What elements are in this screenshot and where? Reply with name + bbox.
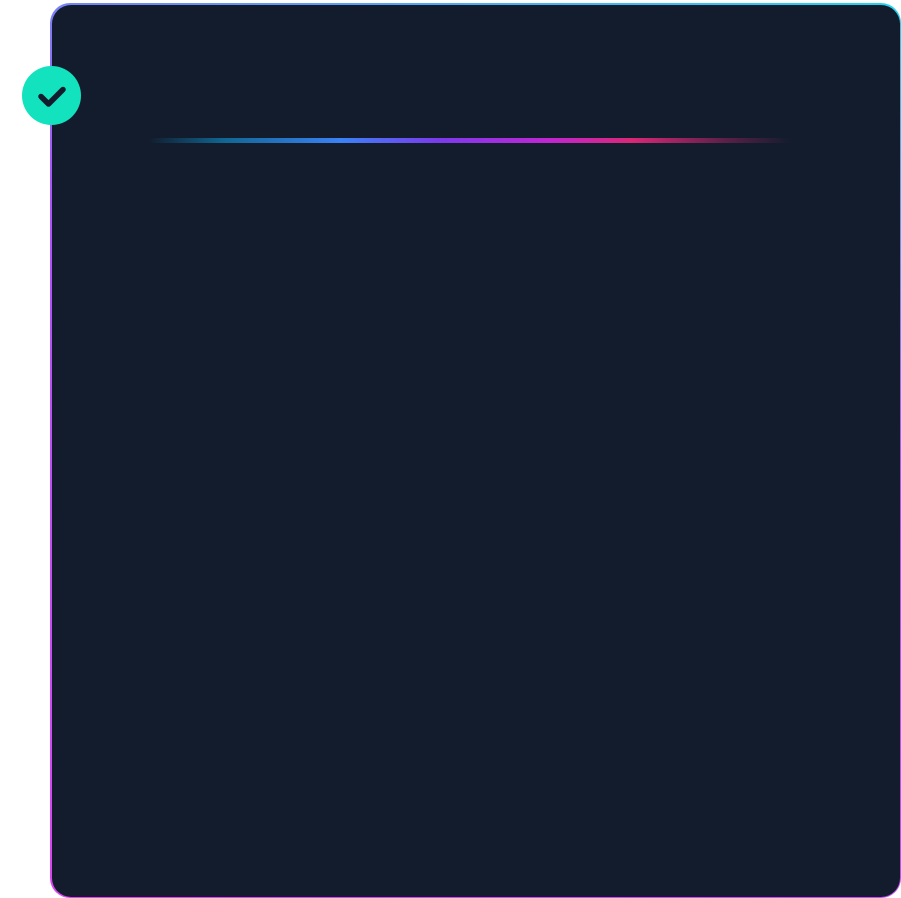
success-check-icon [22,66,81,125]
content-card [51,4,900,897]
page [0,0,901,898]
card-gradient-border [50,3,901,898]
checkmark-icon [37,86,66,107]
gradient-accent-divider [147,137,792,143]
